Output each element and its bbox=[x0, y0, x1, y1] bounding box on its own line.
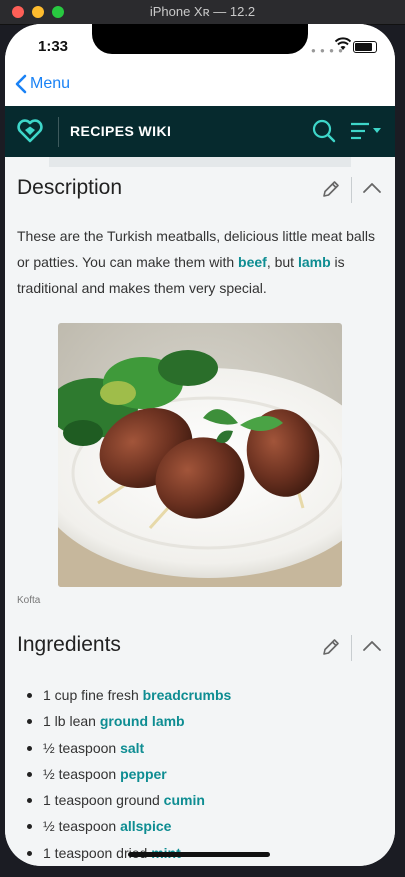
pencil-icon[interactable] bbox=[321, 179, 341, 199]
section-actions-divider bbox=[351, 635, 352, 661]
chevron-up-icon[interactable] bbox=[362, 181, 382, 195]
navigation-bar: Menu bbox=[5, 68, 395, 106]
article-content: Description These are the Turkish meatba… bbox=[5, 157, 395, 866]
description-heading: Description bbox=[17, 176, 123, 199]
phone-screen: 1:33 ● ● ● ● Menu RECIPES WIKI Descripti… bbox=[5, 24, 395, 866]
ingredient-link[interactable]: pepper bbox=[120, 766, 167, 782]
list-item: ½ teaspoon allspice bbox=[25, 813, 231, 839]
section-actions-divider bbox=[351, 177, 352, 203]
kofta-photo bbox=[58, 323, 342, 587]
description-text: , but bbox=[266, 254, 298, 270]
wiki-header: RECIPES WIKI bbox=[5, 106, 395, 157]
status-time: 1:33 bbox=[38, 38, 69, 55]
list-item: 1 cup fine fresh breadcrumbs bbox=[25, 682, 231, 708]
description-paragraph: These are the Turkish meatballs, delicio… bbox=[17, 223, 377, 301]
wiki-title[interactable]: RECIPES WIKI bbox=[70, 123, 171, 139]
simulator-titlebar: iPhone Xʀ — 12.2 bbox=[0, 0, 405, 25]
battery-icon bbox=[353, 41, 377, 53]
ingredient-text: ½ teaspoon bbox=[43, 818, 121, 835]
ingredient-text: 1 cup fine fresh bbox=[43, 687, 143, 703]
menu-icon[interactable] bbox=[350, 122, 382, 140]
ingredients-list: 1 cup fine fresh breadcrumbs 1 lb lean g… bbox=[25, 682, 231, 866]
list-item: ½ teaspoon pepper bbox=[25, 761, 231, 787]
search-icon[interactable] bbox=[312, 119, 336, 143]
home-indicator[interactable] bbox=[128, 852, 270, 857]
ingredient-text: ½ teaspoon bbox=[43, 765, 121, 782]
close-window-button[interactable] bbox=[12, 6, 24, 18]
wifi-icon bbox=[335, 37, 351, 50]
ingredient-text: 1 teaspoon ground bbox=[43, 792, 164, 809]
ingredient-link[interactable]: salt bbox=[120, 740, 144, 756]
image-caption: Kofta bbox=[17, 595, 41, 606]
pencil-icon[interactable] bbox=[321, 637, 341, 657]
list-item: 1 lb lean ground lamb bbox=[25, 708, 231, 734]
ingredient-link[interactable]: ground lamb bbox=[100, 713, 185, 729]
previous-element-edge bbox=[49, 157, 351, 167]
device-notch bbox=[92, 24, 308, 54]
list-item: ½ teaspoon salt bbox=[25, 735, 231, 761]
minimize-window-button[interactable] bbox=[32, 6, 44, 18]
ingredient-link[interactable]: allspice bbox=[120, 818, 171, 834]
chevron-up-icon[interactable] bbox=[362, 639, 382, 653]
ingredients-heading: Ingredients bbox=[17, 633, 121, 656]
ingredient-text: ½ teaspoon bbox=[43, 739, 121, 756]
heart-logo-icon[interactable] bbox=[17, 118, 43, 144]
ingredient-text: 1 lb lean bbox=[43, 713, 100, 730]
header-divider bbox=[58, 117, 59, 147]
back-button-label: Menu bbox=[30, 75, 71, 92]
kofta-image[interactable] bbox=[58, 323, 342, 587]
ingredient-link[interactable]: breadcrumbs bbox=[143, 687, 232, 703]
zoom-window-button[interactable] bbox=[52, 6, 64, 18]
chevron-left-icon bbox=[15, 74, 27, 94]
simulator-title: iPhone Xʀ — 12.2 bbox=[149, 4, 256, 19]
beef-link[interactable]: beef bbox=[238, 254, 267, 270]
lamb-link[interactable]: lamb bbox=[298, 254, 331, 270]
list-item: 1 teaspoon ground cumin bbox=[25, 787, 231, 813]
ingredient-link[interactable]: cumin bbox=[164, 792, 205, 808]
back-button[interactable]: Menu bbox=[15, 74, 70, 94]
